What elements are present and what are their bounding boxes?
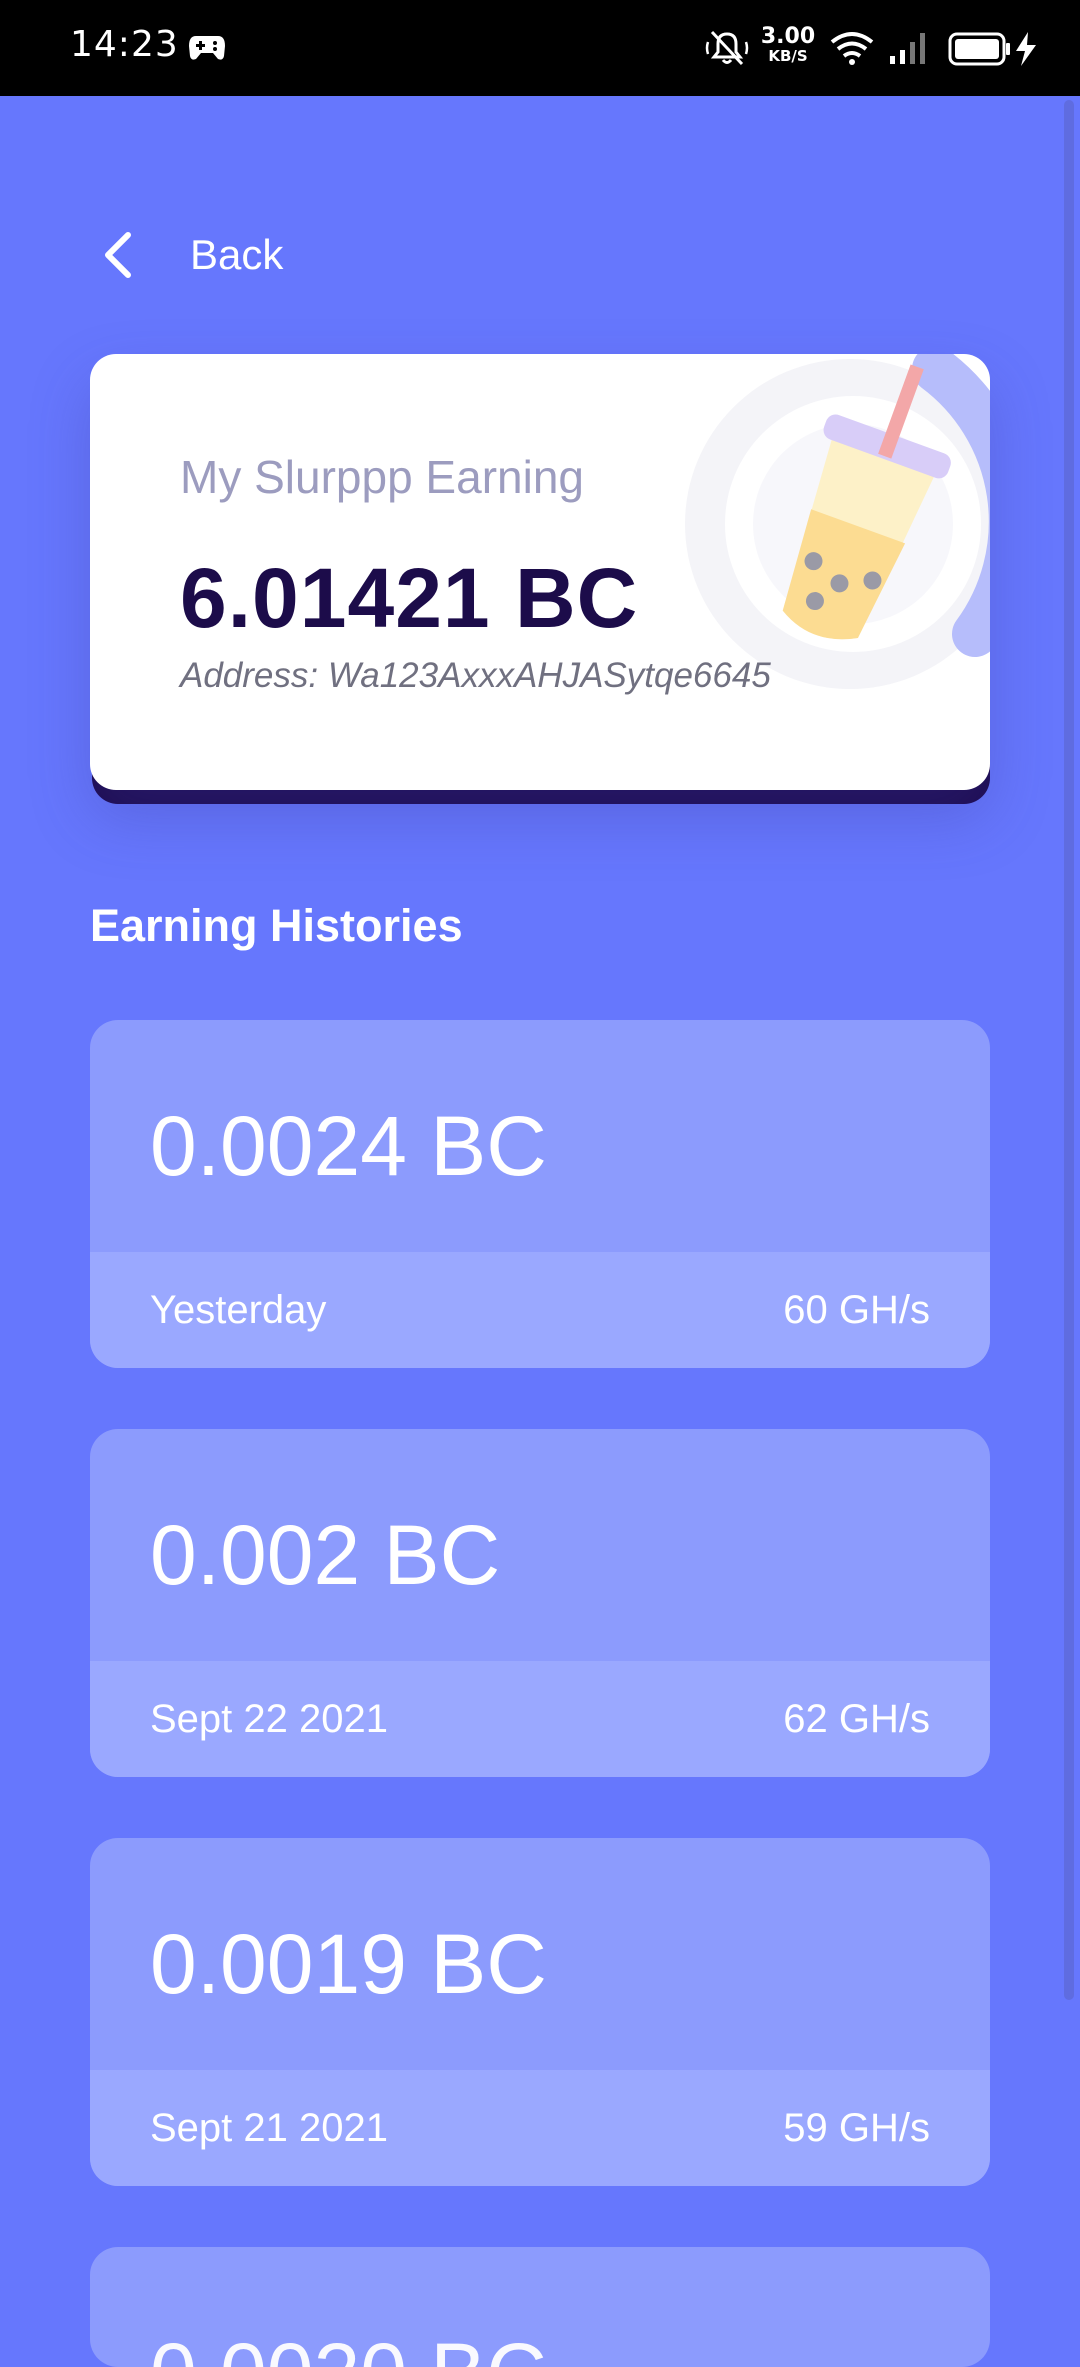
game-controller-icon xyxy=(189,36,225,60)
history-footer: Sept 22 2021 62 GH/s xyxy=(90,1661,990,1777)
card-title: My Slurppp Earning xyxy=(180,451,584,503)
total-earning-amount: 6.01421 BC xyxy=(180,551,639,645)
history-date: Sept 22 2021 xyxy=(150,1697,388,1741)
back-label: Back xyxy=(190,231,284,278)
wallet-address: Address: Wa123AxxxAHJASytqe6645 xyxy=(180,656,771,695)
battery-icon xyxy=(948,32,1036,66)
wifi-icon xyxy=(830,32,874,65)
history-item[interactable]: 0.0024 BC Yesterday 60 GH/s xyxy=(90,1020,990,1368)
history-date: Yesterday xyxy=(150,1288,327,1332)
status-bar: 14:23 3.00 KB/S xyxy=(0,0,1080,96)
mute-icon xyxy=(705,30,749,66)
history-item[interactable]: 0.002 BC Sept 22 2021 62 GH/s xyxy=(90,1429,990,1777)
back-button[interactable]: Back xyxy=(100,220,283,290)
history-hashrate: 60 GH/s xyxy=(783,1288,930,1332)
history-footer: Sept 21 2021 59 GH/s xyxy=(90,2070,990,2186)
history-amount: 0.0024 BC xyxy=(150,1099,547,1193)
history-amount: 0.002 BC xyxy=(150,1508,501,1602)
history-hashrate: 62 GH/s xyxy=(783,1697,930,1741)
history-footer: Yesterday 60 GH/s xyxy=(90,1252,990,1368)
network-speed-unit: KB/S xyxy=(768,47,808,65)
earnings-card: My Slurppp Earning 6.01421 BC Address: W… xyxy=(90,354,990,790)
network-speed: 3.00 KB/S xyxy=(760,26,816,64)
scrollbar[interactable] xyxy=(1064,100,1074,2000)
history-amount: 0.0019 BC xyxy=(150,1917,547,2011)
chevron-left-icon xyxy=(105,232,131,278)
history-date: Sept 21 2021 xyxy=(150,2106,388,2150)
history-item-partial[interactable]: 0.0020 BC xyxy=(90,2247,990,2367)
history-list: 0.0024 BC Yesterday 60 GH/s 0.002 BC Sep… xyxy=(90,1020,990,2367)
status-time: 14:23 xyxy=(70,24,179,65)
signal-icon xyxy=(890,33,925,64)
history-amount: 0.0020 BC xyxy=(150,2325,547,2367)
history-item[interactable]: 0.0019 BC Sept 21 2021 59 GH/s xyxy=(90,1838,990,2186)
history-hashrate: 59 GH/s xyxy=(783,2106,930,2150)
network-speed-value: 3.00 xyxy=(760,24,816,49)
section-title: Earning Histories xyxy=(90,900,463,951)
